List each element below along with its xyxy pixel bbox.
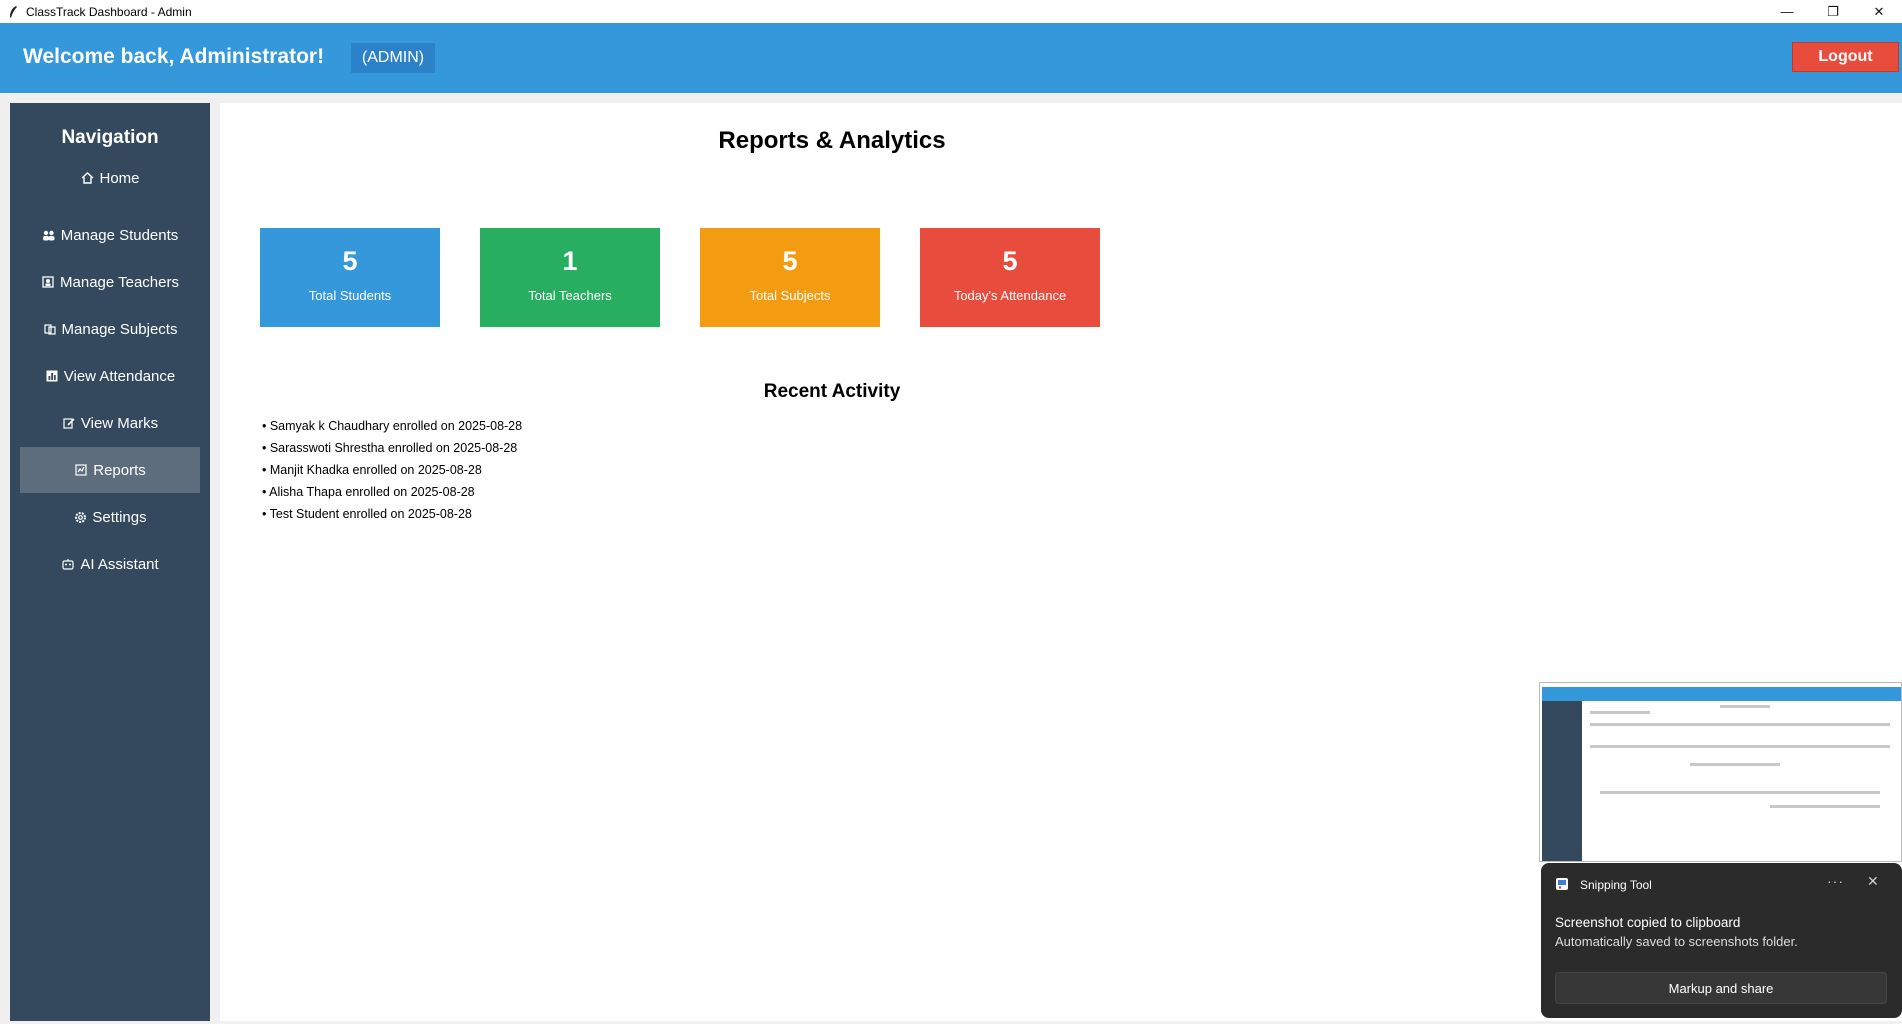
- sidebar-item-reports[interactable]: Reports: [20, 447, 200, 493]
- recent-activity-title: Recent Activity: [763, 381, 901, 402]
- sidebar-item-label: View Marks: [80, 414, 159, 432]
- list-item: • Test Student enrolled on 2025-08-28: [262, 507, 472, 521]
- sidebar-item-label: Reports: [93, 461, 146, 479]
- sidebar: Navigation Home Manage Students Manage T…: [10, 103, 210, 1021]
- gear-icon: [73, 510, 87, 524]
- list-item: • Samyak k Chaudhary enrolled on 2025-08…: [262, 419, 523, 433]
- notification-more-button[interactable]: ···: [1827, 873, 1844, 889]
- thumbnail-line: [1770, 805, 1880, 808]
- snipping-tool-notification: Snipping Tool ··· ✕ Screenshot copied to…: [1541, 863, 1902, 1018]
- window-titlebar: ClassTrack Dashboard - Admin — ❐ ✕: [0, 0, 1902, 23]
- sidebar-item-label: Settings: [92, 508, 147, 526]
- markup-and-share-button[interactable]: Markup and share: [1555, 972, 1887, 1004]
- stat-card-todays-attendance: 5 Today's Attendance: [920, 228, 1100, 327]
- restore-button[interactable]: ❐: [1810, 0, 1856, 23]
- sidebar-item-manage-teachers[interactable]: Manage Teachers: [20, 259, 200, 305]
- stat-label: Total Students: [308, 288, 392, 303]
- thumbnail-line: [1590, 745, 1890, 748]
- role-badge: (ADMIN): [351, 43, 435, 73]
- snipping-tool-icon: [1555, 877, 1569, 891]
- sidebar-item-home[interactable]: Home: [20, 155, 200, 201]
- stat-label: Total Teachers: [528, 288, 612, 303]
- stat-value: 1: [562, 246, 578, 276]
- stat-card-total-students: 5 Total Students: [260, 228, 440, 327]
- sidebar-title: Navigation: [61, 127, 159, 148]
- home-icon: [80, 171, 94, 185]
- thumbnail-line: [1690, 763, 1780, 766]
- stat-value: 5: [1002, 246, 1018, 276]
- app-header: Welcome back, Administrator! (ADMIN) Log…: [0, 23, 1902, 93]
- stat-card-total-teachers: 1 Total Teachers: [480, 228, 660, 327]
- stat-label: Today's Attendance: [953, 288, 1067, 303]
- robot-icon: [61, 557, 75, 571]
- books-icon: [43, 322, 57, 336]
- thumbnail-line: [1590, 723, 1890, 726]
- sidebar-item-label: Home: [99, 169, 140, 187]
- thumbnail-line: [1720, 705, 1770, 708]
- close-window-button[interactable]: ✕: [1856, 0, 1902, 23]
- list-item: • Sarasswoti Shrestha enrolled on 2025-0…: [262, 441, 518, 455]
- thumbnail-sidebar: [1542, 701, 1582, 861]
- recent-activity-list: • Samyak k Chaudhary enrolled on 2025-08…: [262, 419, 522, 529]
- notification-app-name: Snipping Tool: [1580, 878, 1652, 892]
- report-icon: [74, 463, 88, 477]
- welcome-message: Welcome back, Administrator!: [23, 45, 325, 68]
- list-item: • Alisha Thapa enrolled on 2025-08-28: [262, 485, 475, 499]
- sidebar-item-label: Manage Teachers: [60, 273, 179, 291]
- stat-value: 5: [782, 246, 798, 276]
- sidebar-item-manage-students[interactable]: Manage Students: [20, 212, 200, 258]
- sidebar-item-settings[interactable]: Settings: [20, 494, 200, 540]
- sidebar-item-ai-assistant[interactable]: AI Assistant: [20, 541, 200, 587]
- thumbnail-line: [1590, 711, 1650, 714]
- sidebar-item-manage-subjects[interactable]: Manage Subjects: [20, 306, 200, 352]
- page-title: Reports & Analytics: [718, 127, 946, 154]
- stat-card-total-subjects: 5 Total Subjects: [700, 228, 880, 327]
- list-item: • Manjit Khadka enrolled on 2025-08-28: [262, 463, 482, 477]
- thumbnail-header: [1542, 687, 1901, 701]
- teacher-icon: [41, 275, 55, 289]
- window-title: ClassTrack Dashboard - Admin: [26, 4, 192, 19]
- sidebar-item-label: Manage Subjects: [61, 320, 178, 338]
- users-icon: [42, 228, 56, 242]
- thumbnail-line: [1600, 791, 1880, 794]
- sidebar-item-view-marks[interactable]: View Marks: [20, 400, 200, 446]
- chart-icon: [45, 369, 59, 383]
- minimize-button[interactable]: —: [1764, 0, 1810, 23]
- sidebar-item-label: Manage Students: [60, 226, 179, 244]
- feather-app-icon: [4, 3, 22, 21]
- screenshot-thumbnail[interactable]: [1539, 682, 1902, 862]
- logout-button[interactable]: Logout: [1792, 42, 1899, 72]
- edit-icon: [62, 416, 76, 430]
- stat-value: 5: [342, 246, 358, 276]
- sidebar-item-view-attendance[interactable]: View Attendance: [20, 353, 200, 399]
- sidebar-item-label: AI Assistant: [80, 555, 159, 573]
- notification-heading: Screenshot copied to clipboard: [1555, 915, 1741, 930]
- stat-label: Total Subjects: [749, 288, 831, 303]
- notification-close-button[interactable]: ✕: [1867, 873, 1879, 890]
- sidebar-item-label: View Attendance: [63, 367, 176, 385]
- notification-body: Automatically saved to screenshots folde…: [1555, 934, 1798, 949]
